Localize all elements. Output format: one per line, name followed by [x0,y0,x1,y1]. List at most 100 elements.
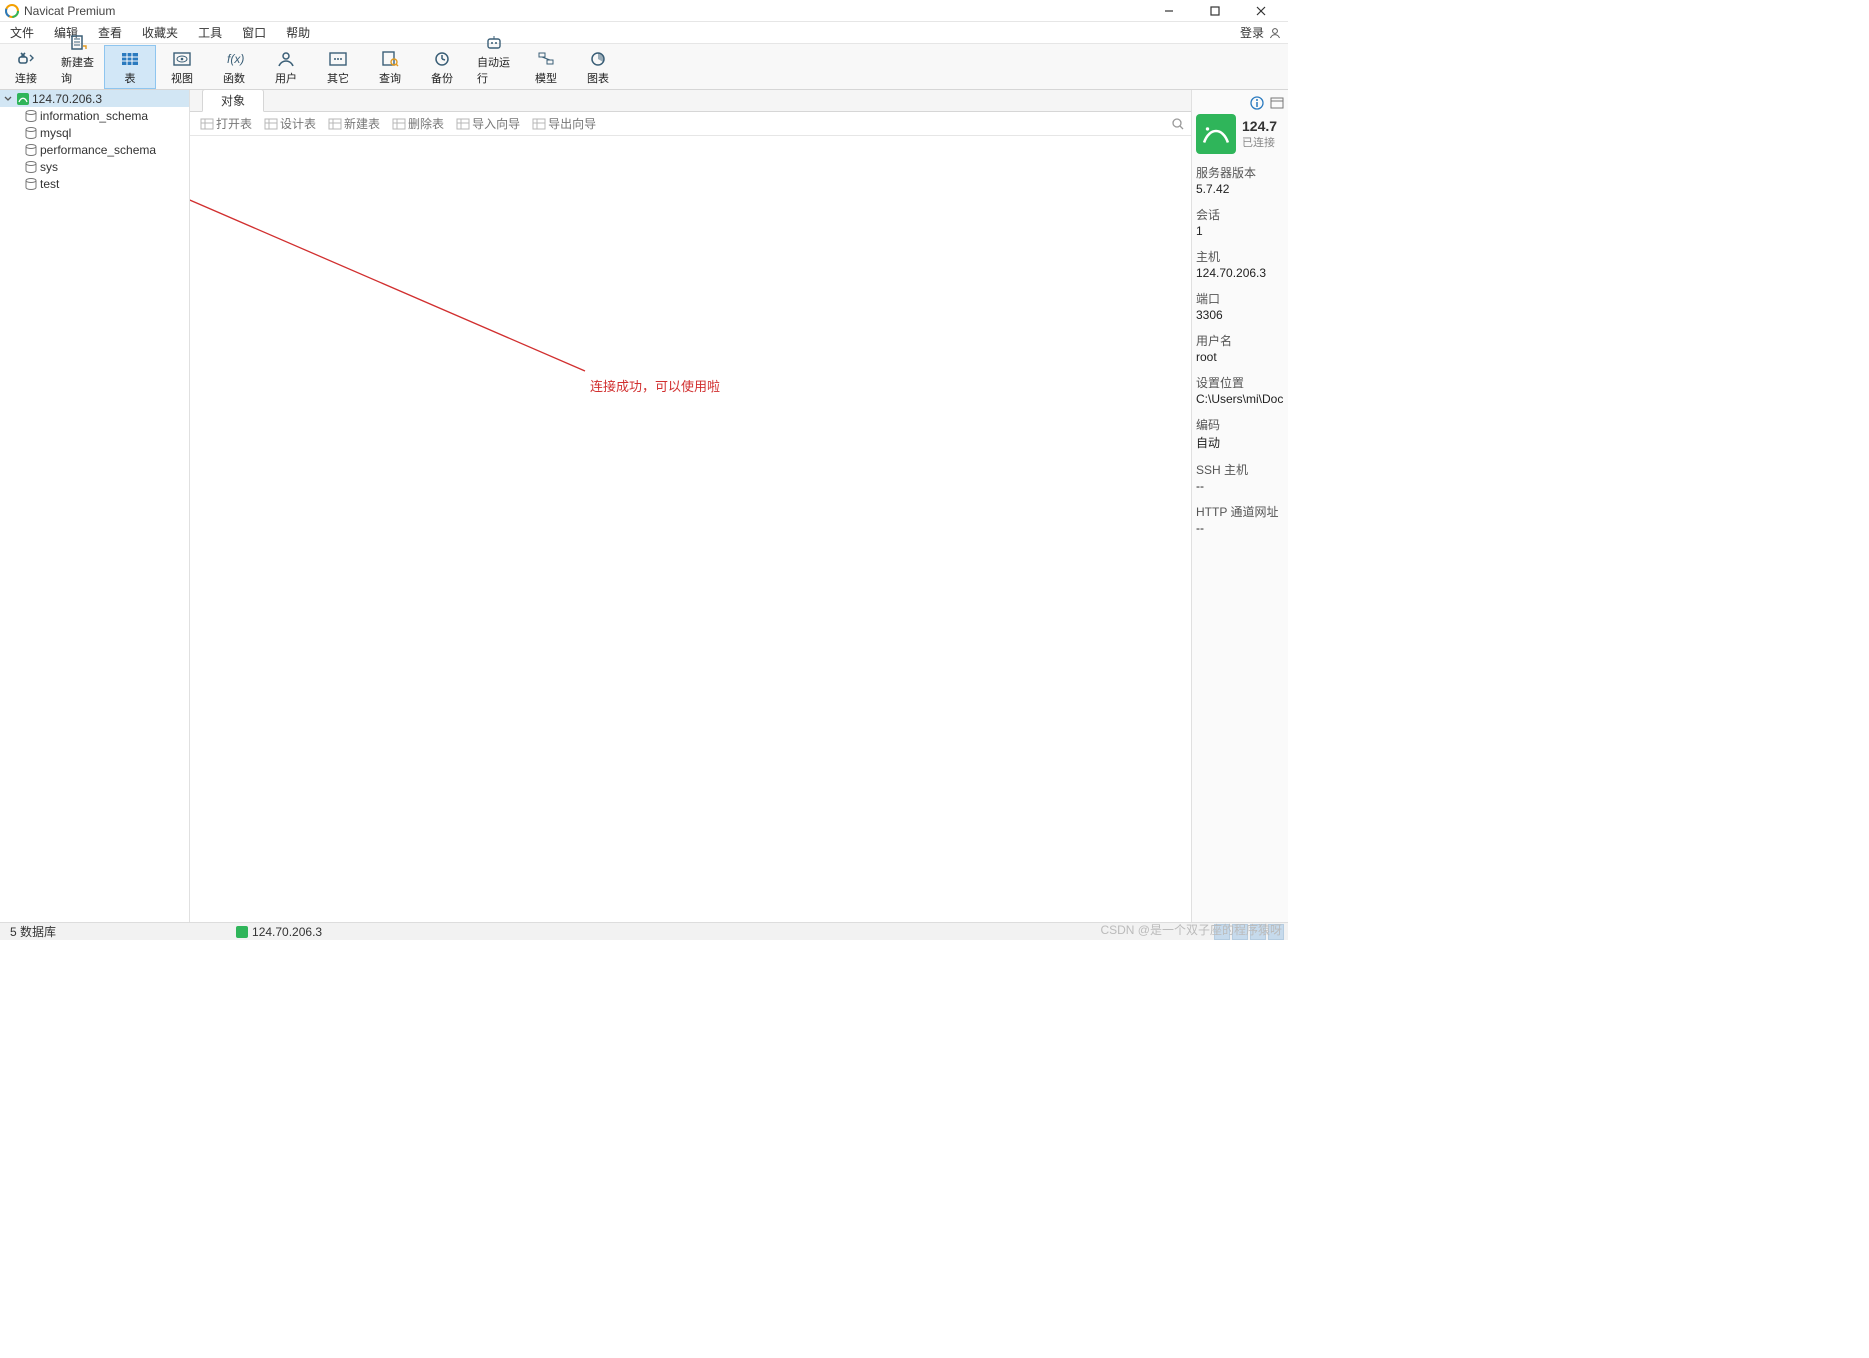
login-label: 登录 [1240,24,1264,41]
tree-db-label: information_schema [40,109,148,123]
subtoolbar-label: 删除表 [408,115,444,132]
function-button[interactable]: f(x) 函数 [208,45,260,89]
tree-db-label: mysql [40,126,71,140]
backup-button[interactable]: 备份 [416,45,468,89]
table-small-icon [328,117,342,131]
connection-name: 124.7 [1242,118,1277,134]
toolbar-label: 视图 [171,70,193,86]
user-icon [275,50,297,68]
info-value: -- [1196,521,1284,535]
table-button[interactable]: 表 [104,45,156,89]
info-row: 主机124.70.206.3 [1196,248,1284,280]
user-button[interactable]: 用户 [260,45,312,89]
connect-button[interactable]: 连接 [0,45,52,89]
database-icon [24,126,38,140]
toolbar-label: 表 [125,70,136,86]
collapse-icon[interactable] [2,95,14,103]
tree-node-database[interactable]: sys [0,158,189,175]
info-row: 会话1 [1196,206,1284,238]
query-button[interactable]: 查询 [364,45,416,89]
menu-help[interactable]: 帮助 [276,22,320,43]
object-toolbar: 打开表设计表新建表 删除表 导入向导导出向导 [190,112,1191,136]
model-button[interactable]: 模型 [520,45,572,89]
status-db-count: 5 数据库 [0,923,66,940]
new-table-button[interactable]: 新建表 [324,115,384,132]
toolbar-label: 函数 [223,70,245,86]
tab-objects[interactable]: 对象 [202,89,264,112]
automation-button[interactable]: 自动运行 [468,45,520,89]
content-pane: 对象 打开表设计表新建表 删除表 导入向导导出向导 连接成功，可以使用啦 [190,90,1192,922]
eye-icon [171,50,193,68]
table-small-icon [532,117,546,131]
toolbar-label: 备份 [431,70,453,86]
database-icon [24,177,38,191]
info-key: 会话 [1196,206,1284,223]
title-bar: Navicat Premium [0,0,1288,22]
annotation-text: 连接成功，可以使用啦 [590,376,720,395]
tree-root-label: 124.70.206.3 [32,92,102,106]
info-value: 1 [1196,224,1284,238]
menu-file[interactable]: 文件 [0,22,44,43]
panel-toggle-icon[interactable] [1270,96,1284,110]
fx-icon: f(x) [223,50,245,68]
minimize-button[interactable] [1146,0,1192,22]
info-row: 用户名root [1196,332,1284,364]
main-toolbar: 连接新建查询表 视图 f(x) 函数用户其它查询 备份 自动运行模型图表 [0,44,1288,90]
subtoolbar-label: 导入向导 [472,115,520,132]
mysql-connection-icon [236,926,248,938]
object-list: 连接成功，可以使用啦 [190,136,1191,922]
menu-window[interactable]: 窗口 [232,22,276,43]
connection-tree[interactable]: 124.70.206.3 information_schemamysql perf… [0,90,190,922]
model-icon [535,50,557,68]
info-icon[interactable] [1250,96,1264,110]
info-row: 设置位置C:\Users\mi\Docu [1196,374,1284,406]
menu-favorites[interactable]: 收藏夹 [132,22,188,43]
info-row: 端口3306 [1196,290,1284,322]
tab-strip: 对象 [190,90,1191,112]
info-value: C:\Users\mi\Docu [1196,392,1284,406]
info-row: 服务器版本5.7.42 [1196,164,1284,196]
toolbar-label: 自动运行 [477,54,511,86]
info-key: 端口 [1196,290,1284,307]
tree-db-label: performance_schema [40,143,156,157]
import-wizard-button[interactable]: 导入向导 [452,115,524,132]
connection-status: 已连接 [1242,134,1277,150]
login-button[interactable]: 登录 [1234,22,1288,43]
export-wizard-button[interactable]: 导出向导 [528,115,600,132]
other-button[interactable]: 其它 [312,45,364,89]
tree-node-database[interactable]: performance_schema [0,141,189,158]
toolbar-label: 图表 [587,70,609,86]
status-conn-label: 124.70.206.3 [252,925,322,939]
toolbar-label: 新建查询 [61,54,95,86]
info-key: 编码 [1196,416,1284,433]
menu-view[interactable]: 查看 [88,22,132,43]
database-icon [24,143,38,157]
app-title: Navicat Premium [24,4,1146,18]
watermark-text: CSDN @是一个双子座的程序猿呀 [1100,921,1282,938]
search-icon[interactable] [1171,117,1185,131]
mysql-large-icon [1196,114,1236,154]
status-connection: 124.70.206.3 [226,925,332,939]
open-table-button[interactable]: 打开表 [196,115,256,132]
delete-table-button[interactable]: 删除表 [388,115,448,132]
info-row: 编码自动 [1196,416,1284,451]
grid-icon [119,50,141,68]
toolbar-label: 查询 [379,70,401,86]
tree-node-database[interactable]: mysql [0,124,189,141]
close-button[interactable] [1238,0,1284,22]
view-button[interactable]: 视图 [156,45,208,89]
tree-node-connection[interactable]: 124.70.206.3 [0,90,189,107]
status-bar: 5 数据库 124.70.206.3 CSDN @是一个双子座的程序猿呀 [0,922,1288,940]
table-small-icon [392,117,406,131]
app-logo-icon [4,3,20,19]
maximize-button[interactable] [1192,0,1238,22]
tree-node-database[interactable]: information_schema [0,107,189,124]
design-table-button[interactable]: 设计表 [260,115,320,132]
subtoolbar-label: 打开表 [216,115,252,132]
new-query-button[interactable]: 新建查询 [52,45,104,89]
tree-node-database[interactable]: test [0,175,189,192]
menu-tools[interactable]: 工具 [188,22,232,43]
info-value: -- [1196,479,1284,493]
chart-button[interactable]: 图表 [572,45,624,89]
mysql-connection-icon [16,92,30,106]
